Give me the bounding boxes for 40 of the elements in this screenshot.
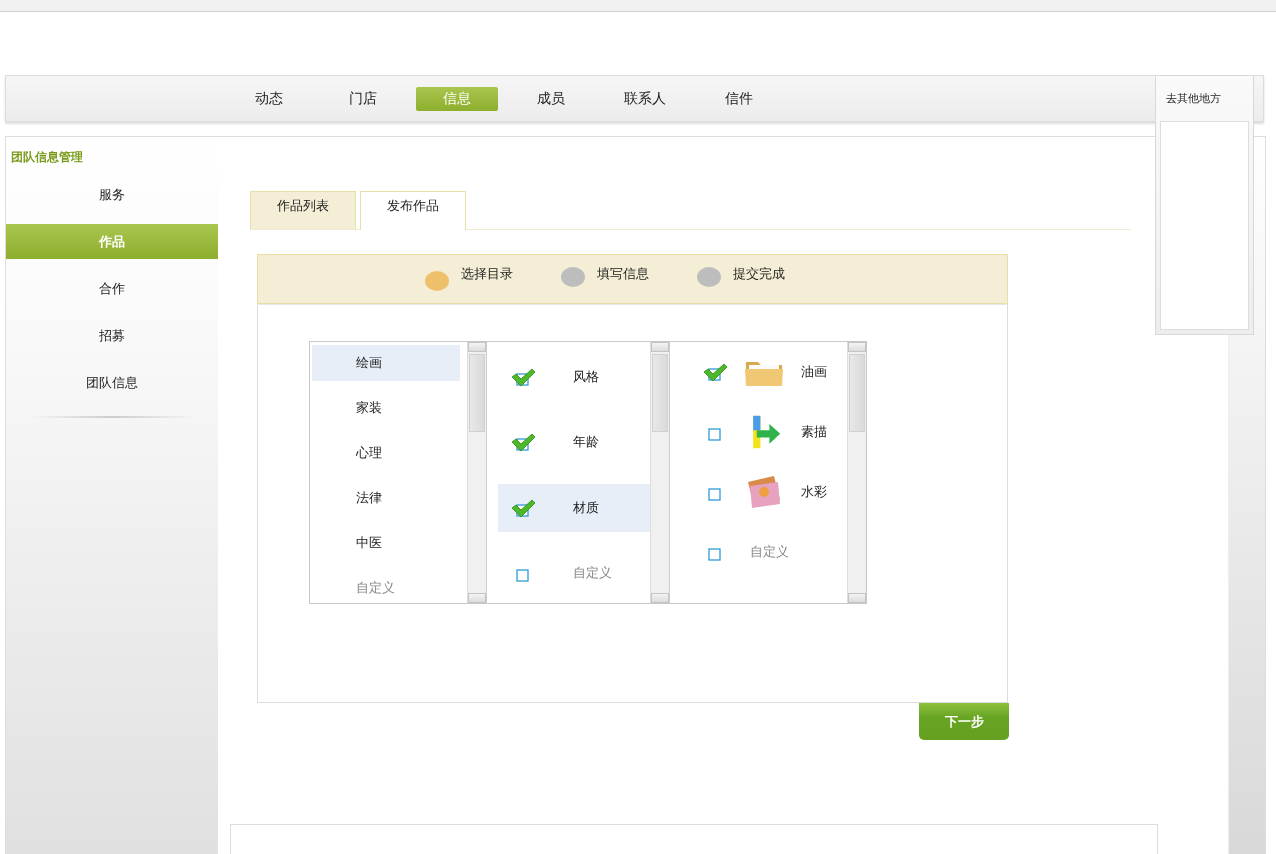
tab[interactable]: 作品列表: [250, 191, 356, 229]
checkbox[interactable]: [510, 366, 536, 389]
category-item[interactable]: 心理: [312, 435, 460, 471]
attribute-label: 自定义: [573, 563, 612, 582]
checkbox[interactable]: [510, 431, 536, 454]
option-label: 水彩: [801, 483, 827, 501]
step-label: 选择目录: [461, 265, 513, 283]
step-label: 填写信息: [597, 265, 649, 283]
nav-link[interactable]: 联系人: [604, 87, 686, 111]
option-label: 素描: [801, 423, 827, 441]
attribute-label: 材质: [573, 498, 599, 517]
attribute-row[interactable]: 自定义: [498, 548, 650, 597]
attribute-row[interactable]: 材质: [498, 483, 650, 532]
scrollbar[interactable]: [467, 342, 486, 603]
nav-link[interactable]: 门店: [322, 87, 404, 111]
sidebar-item[interactable]: 合作: [6, 271, 218, 306]
nav-link[interactable]: 成员: [510, 87, 592, 111]
attribute-row[interactable]: 年龄: [498, 418, 650, 467]
sidebar-title: 团队信息管理: [10, 149, 84, 166]
category-item[interactable]: 绘画: [312, 345, 460, 381]
option-label: 油画: [801, 363, 827, 381]
checkbox[interactable]: [702, 361, 728, 383]
tab[interactable]: 发布作品: [360, 191, 466, 230]
attribute-row[interactable]: 风格: [498, 353, 650, 402]
sidebar-item[interactable]: 团队信息: [6, 365, 218, 400]
option-label: 自定义: [750, 543, 789, 561]
category-item[interactable]: 中医: [312, 525, 460, 561]
scrollbar[interactable]: [650, 342, 669, 603]
attribute-label: 风格: [573, 368, 599, 387]
nav-link[interactable]: 动态: [228, 87, 310, 111]
side-panel-title: 去其他地方: [1165, 91, 1222, 107]
category-item[interactable]: 自定义: [312, 570, 460, 606]
category-item[interactable]: 家装: [312, 390, 460, 426]
attribute-label: 年龄: [573, 433, 599, 452]
nav-link[interactable]: 信件: [698, 87, 780, 111]
sidebar-item[interactable]: 招募: [6, 318, 218, 353]
category-item[interactable]: 法律: [312, 480, 460, 516]
scrollbar[interactable]: [847, 342, 866, 603]
sidebar-item[interactable]: 服务: [6, 177, 218, 212]
step-label: 提交完成: [733, 265, 785, 283]
